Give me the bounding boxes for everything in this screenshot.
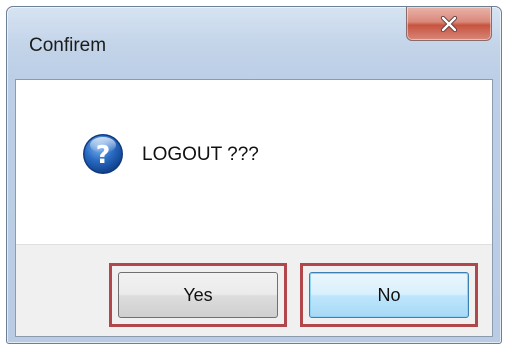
message-area: ? LOGOUT ??? — [16, 80, 492, 244]
confirm-dialog: Confirem ? LOGOUT ??? Yes No — [6, 6, 502, 344]
close-icon — [440, 15, 458, 32]
no-button-highlight: No — [300, 263, 478, 327]
svg-text:?: ? — [96, 140, 111, 169]
no-button[interactable]: No — [309, 272, 469, 318]
close-button[interactable] — [406, 7, 492, 41]
yes-button[interactable]: Yes — [118, 272, 278, 318]
window-title: Confirem — [29, 35, 107, 56]
question-icon: ? — [82, 133, 124, 175]
message-text: LOGOUT ??? — [142, 144, 259, 165]
title-bar[interactable]: Confirem — [7, 7, 501, 79]
button-bar: Yes No — [16, 244, 492, 336]
dialog-body: ? LOGOUT ??? Yes No — [15, 79, 493, 337]
yes-button-highlight: Yes — [109, 263, 287, 327]
